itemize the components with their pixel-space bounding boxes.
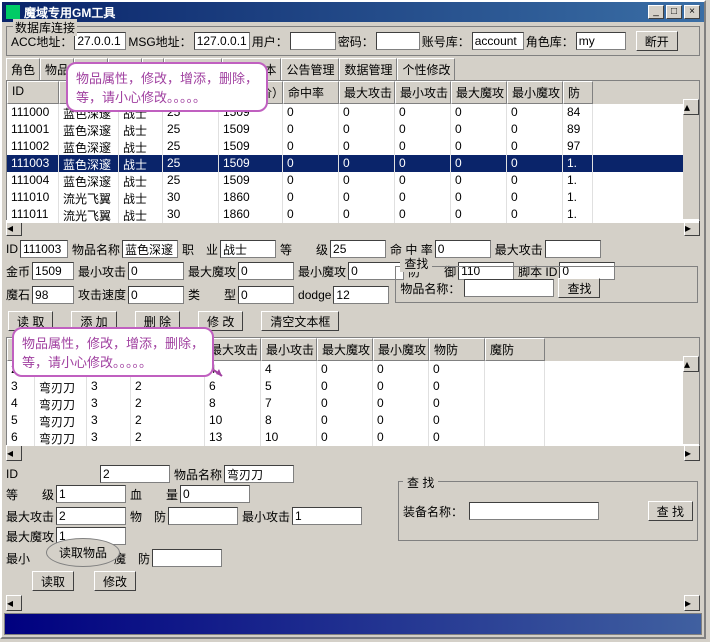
user-label: 用户： xyxy=(252,33,288,50)
search2-group: 查 找 xyxy=(403,474,438,491)
f1-speed[interactable] xyxy=(128,286,184,304)
f2-level[interactable] xyxy=(56,485,126,503)
tab-8[interactable]: 数据管理 xyxy=(339,58,397,80)
conn-group-label: 数据库连接 xyxy=(13,19,77,36)
scrollbar-v-2[interactable]: ▴ xyxy=(683,356,699,444)
user-input[interactable] xyxy=(290,32,336,50)
pass-input[interactable] xyxy=(376,32,420,50)
table-row[interactable]: 111003蓝色深邃战士251509000001. xyxy=(7,155,699,172)
search1-button[interactable]: 查找 xyxy=(558,278,600,298)
scroll-up-icon[interactable]: ▴ xyxy=(683,356,699,372)
f1-type[interactable] xyxy=(238,286,294,304)
app-icon xyxy=(6,5,20,19)
f1-maxatk[interactable] xyxy=(545,240,601,258)
acc-addr-input[interactable] xyxy=(74,32,126,50)
window-title: 魔域专用GM工具 xyxy=(24,4,648,21)
table-row[interactable]: 4弯刃刀3287000 xyxy=(7,395,699,412)
col-header[interactable]: 最大魔攻 xyxy=(317,338,373,361)
pass-label: 密码： xyxy=(338,33,374,50)
f2-maxatk[interactable] xyxy=(56,507,126,525)
col-header[interactable]: 最小攻击 xyxy=(395,81,451,104)
f1-stone[interactable] xyxy=(32,286,74,304)
search1-group: 查找 xyxy=(400,255,432,272)
f2-hp[interactable] xyxy=(180,485,250,503)
f1-job[interactable] xyxy=(220,240,276,258)
table-row[interactable]: 5弯刃刀32108000 xyxy=(7,412,699,429)
acct-db-label: 账号库： xyxy=(422,33,470,50)
disconnect-button[interactable]: 断开 xyxy=(636,31,678,51)
maximize-button[interactable]: □ xyxy=(666,5,682,19)
minimize-button[interactable]: _ xyxy=(648,5,664,19)
read2-button[interactable]: 读取 xyxy=(32,571,74,591)
msg-addr-input[interactable] xyxy=(194,32,250,50)
table-row[interactable]: 111010流光飞翼战士301860000001. xyxy=(7,189,699,206)
titlebar: 魔域专用GM工具 _ □ × xyxy=(2,2,704,22)
modify2-button[interactable]: 修改 xyxy=(94,571,136,591)
f1-hit[interactable] xyxy=(435,240,491,258)
f2-name[interactable] xyxy=(224,465,294,483)
f1-maxmag[interactable] xyxy=(238,262,294,280)
col-header[interactable]: ID xyxy=(7,81,59,104)
table-row[interactable]: 111001蓝色深邃战士2515090000089 xyxy=(7,121,699,138)
main-scrollbar-h[interactable]: ◂▸ xyxy=(6,595,700,611)
f1-level[interactable] xyxy=(330,240,386,258)
role-db-input[interactable] xyxy=(576,32,626,50)
read-item-oval: 读取物品 xyxy=(46,538,120,567)
f1-dodge[interactable] xyxy=(333,286,389,304)
statusbar xyxy=(4,613,702,635)
f1-id[interactable] xyxy=(20,240,68,258)
table-row[interactable]: 6弯刃刀321310000 xyxy=(7,429,699,446)
table-row[interactable]: 3弯刃刀3265000 xyxy=(7,378,699,395)
search2-input[interactable] xyxy=(469,502,599,520)
callout-1: 物品属性，修改，增添，删除， 等，请小心修改。。。。。 xyxy=(66,62,268,112)
f1-name[interactable] xyxy=(122,240,178,258)
f1-minatk[interactable] xyxy=(128,262,184,280)
scrollbar-h-2[interactable]: ◂▸ xyxy=(6,445,700,461)
f2-pdef[interactable] xyxy=(168,507,238,525)
f1-gold[interactable] xyxy=(32,262,74,280)
col-header[interactable]: 物防 xyxy=(429,338,485,361)
scrollbar-v-1[interactable]: ▴ xyxy=(683,99,699,219)
tab-0[interactable]: 角色 xyxy=(6,58,40,80)
table-row[interactable]: 111011流光飞翼战士301860000001. xyxy=(7,206,699,223)
f2-minatk[interactable] xyxy=(292,507,362,525)
scroll-up-icon[interactable]: ▴ xyxy=(683,99,699,115)
col-header[interactable]: 魔防 xyxy=(485,338,545,361)
search1-input[interactable] xyxy=(464,279,554,297)
msg-addr-label: MSG地址： xyxy=(128,33,191,50)
callout-2: 物品属性，修改，增添，删除， 等，请小心修改。。。。。 xyxy=(12,327,214,377)
col-header[interactable]: 命中率 xyxy=(283,81,339,104)
table-row[interactable]: 111002蓝色深邃战士2515090000097 xyxy=(7,138,699,155)
table-row[interactable]: 111004蓝色深邃战士251509000001. xyxy=(7,172,699,189)
form-1: ID 物品名称 职 业 等 级 命 中 率 最大攻击 金币 最小攻击 最大魔攻 … xyxy=(6,240,700,305)
tab-7[interactable]: 公告管理 xyxy=(281,58,339,80)
col-header[interactable]: 最大魔攻 xyxy=(451,81,507,104)
acct-db-input[interactable] xyxy=(472,32,524,50)
close-button[interactable]: × xyxy=(684,5,700,19)
col-header[interactable]: 防 xyxy=(563,81,593,104)
search2-button[interactable]: 查 找 xyxy=(648,501,693,521)
col-header[interactable]: 最小攻击 xyxy=(261,338,317,361)
tab-9[interactable]: 个性修改 xyxy=(397,58,455,80)
col-header[interactable]: 最大攻击 xyxy=(339,81,395,104)
clear-button[interactable]: 清空文本框 xyxy=(261,311,339,331)
col-header[interactable]: 最小魔攻 xyxy=(373,338,429,361)
f2-id[interactable] xyxy=(100,465,170,483)
col-header[interactable]: 最小魔攻 xyxy=(507,81,563,104)
f2-mdef[interactable] xyxy=(152,549,222,567)
role-db-label: 角色库： xyxy=(526,33,574,50)
